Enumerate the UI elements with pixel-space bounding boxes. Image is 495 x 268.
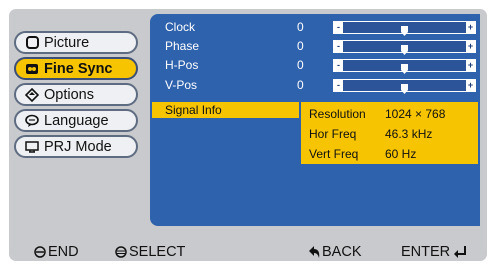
enter-hint: ENTER: [401, 244, 469, 260]
slider-knob[interactable]: [401, 81, 408, 94]
slider-plus: +: [466, 41, 475, 52]
menu-item-label: PRJ Mode: [44, 138, 112, 155]
menu-item-language[interactable]: Language: [14, 109, 138, 132]
slider-knob[interactable]: [401, 61, 408, 74]
phase-value: 0: [297, 39, 304, 53]
slider-minus: -: [334, 22, 343, 33]
h-pos-slider[interactable]: - +: [333, 59, 476, 74]
signal-info-label: Signal Info: [165, 103, 222, 117]
fine-sync-icon: [25, 62, 39, 76]
slider-minus: -: [334, 80, 343, 91]
language-icon: [25, 114, 39, 128]
prj-mode-icon: [25, 140, 39, 154]
menu-item-prj-mode[interactable]: PRJ Mode: [14, 135, 138, 158]
select-hint: SELECT: [115, 244, 185, 260]
vert-freq-value: 60 Hz: [385, 147, 417, 161]
phase-label: Phase: [165, 39, 200, 53]
enter-label: ENTER: [401, 244, 451, 260]
clock-slider[interactable]: - +: [333, 21, 476, 36]
slider-knob[interactable]: [401, 23, 408, 36]
back-arrow-icon: [309, 246, 320, 258]
slider-knob[interactable]: [401, 42, 408, 55]
end-label: END: [48, 244, 79, 260]
v-pos-label: V-Pos: [165, 78, 198, 92]
back-hint: BACK: [309, 244, 362, 260]
picture-icon: [25, 36, 39, 50]
clock-label: Clock: [165, 20, 196, 34]
v-pos-value: 0: [297, 78, 304, 92]
v-pos-slider[interactable]: - +: [333, 79, 476, 94]
h-pos-value: 0: [297, 58, 304, 72]
enter-return-icon: [454, 246, 467, 258]
hor-freq-label: Hor Freq: [309, 127, 357, 141]
menu-item-fine-sync[interactable]: Fine Sync: [14, 57, 138, 80]
resolution-value: 1024 × 768: [385, 107, 446, 121]
menu-item-label: Options: [44, 86, 94, 103]
slider-plus: +: [466, 80, 475, 91]
select-button-icon: [115, 246, 127, 258]
menu-item-label: Language: [44, 112, 109, 129]
h-pos-label: H-Pos: [165, 58, 199, 72]
slider-plus: +: [466, 22, 475, 33]
menu-item-picture[interactable]: Picture: [14, 31, 138, 54]
resolution-label: Resolution: [309, 107, 366, 121]
end-hint: END: [34, 244, 79, 260]
slider-plus: +: [466, 60, 475, 71]
phase-slider[interactable]: - +: [333, 40, 476, 55]
menu-item-options[interactable]: Options: [14, 83, 138, 106]
slider-minus: -: [334, 60, 343, 71]
menu-item-label: Picture: [44, 34, 90, 51]
back-label: BACK: [322, 244, 362, 260]
select-label: SELECT: [129, 244, 186, 260]
clock-value: 0: [297, 20, 304, 34]
vert-freq-label: Vert Freq: [309, 147, 359, 161]
slider-minus: -: [334, 41, 343, 52]
menu-item-label: Fine Sync: [44, 60, 113, 77]
end-button-icon: [34, 246, 46, 258]
hor-freq-value: 46.3 kHz: [385, 127, 433, 141]
options-icon: [25, 87, 39, 102]
